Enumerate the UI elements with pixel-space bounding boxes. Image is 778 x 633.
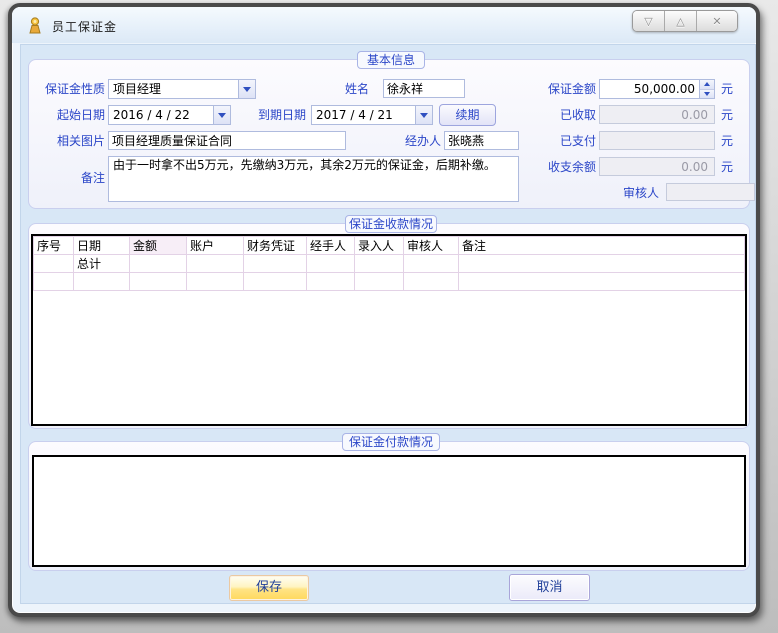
cell[interactable] — [130, 255, 187, 273]
end-date-picker[interactable]: 2017 / 4 / 21 — [311, 105, 433, 125]
cell[interactable] — [130, 273, 187, 291]
cell-total-label[interactable]: 总计 — [74, 255, 130, 273]
cell[interactable] — [187, 273, 244, 291]
minimize-button[interactable]: ▽ — [633, 11, 665, 31]
related-image-label: 相关图片 — [29, 132, 105, 150]
deposit-nature-label: 保证金性质 — [29, 80, 105, 98]
col-header-reviewer[interactable]: 审核人 — [404, 237, 459, 255]
cell[interactable] — [355, 255, 404, 273]
balance-field — [599, 157, 715, 176]
deposit-amount-label: 保证金额 — [521, 80, 596, 98]
receipts-table: 序号 日期 金额 账户 财务凭证 经手人 录入人 审核人 备注 总计 — [33, 236, 745, 291]
deposit-amount-spinbox[interactable]: 50,000.00 — [599, 79, 715, 99]
triangle-up-icon — [704, 82, 710, 86]
col-header-entry-person[interactable]: 录入人 — [355, 237, 404, 255]
receipts-empty-row[interactable] — [34, 273, 745, 291]
received-label: 已收取 — [521, 106, 596, 124]
chevron-down-icon — [243, 87, 251, 92]
currency-unit-received: 元 — [721, 106, 741, 124]
currency-unit-amount: 元 — [721, 80, 741, 98]
col-header-voucher[interactable]: 财务凭证 — [244, 237, 307, 255]
remark-label: 备注 — [29, 169, 105, 187]
cell[interactable] — [187, 255, 244, 273]
col-header-handler[interactable]: 经手人 — [307, 237, 355, 255]
cell[interactable] — [459, 255, 745, 273]
renew-button[interactable]: 续期 — [439, 104, 496, 126]
col-header-account[interactable]: 账户 — [187, 237, 244, 255]
cell[interactable] — [459, 273, 745, 291]
end-date-value: 2017 / 4 / 21 — [312, 106, 415, 124]
col-header-remark[interactable]: 备注 — [459, 237, 745, 255]
cell[interactable] — [355, 273, 404, 291]
receipts-header-row: 序号 日期 金额 账户 财务凭证 经手人 录入人 审核人 备注 — [34, 237, 745, 255]
cell[interactable] — [244, 255, 307, 273]
balance-label: 收支余额 — [521, 158, 596, 176]
related-image-field[interactable] — [108, 131, 346, 150]
spinner-down-button[interactable] — [700, 90, 714, 99]
paid-label: 已支付 — [521, 132, 596, 150]
title-bar[interactable]: 员工保证金 ▽ △ ✕ — [12, 7, 756, 43]
end-date-label: 到期日期 — [256, 106, 306, 124]
cell[interactable] — [307, 273, 355, 291]
handler-field[interactable] — [444, 131, 519, 150]
close-button[interactable]: ✕ — [697, 11, 737, 31]
window-controls: ▽ △ ✕ — [632, 10, 738, 32]
cell[interactable] — [404, 273, 459, 291]
payments-group-title: 保证金付款情况 — [342, 433, 440, 451]
window-title: 员工保证金 — [52, 18, 117, 35]
chevron-down-icon — [420, 113, 428, 118]
amount-spinner[interactable] — [699, 80, 714, 98]
deposit-nature-dropdown-button[interactable] — [238, 80, 255, 98]
deposit-nature-value: 项目经理 — [109, 80, 238, 98]
main-panel: 基本信息 保证金性质 项目经理 姓名 保证金额 50,000.00 元 起始日期… — [20, 44, 756, 604]
handler-label: 经办人 — [393, 132, 441, 150]
cancel-button[interactable]: 取消 — [509, 574, 590, 601]
triangle-down-icon — [704, 92, 710, 96]
start-date-value: 2016 / 4 / 22 — [109, 106, 213, 124]
start-date-label: 起始日期 — [29, 106, 105, 124]
start-date-dropdown-button[interactable] — [213, 106, 230, 124]
cell[interactable] — [34, 273, 74, 291]
remark-textarea[interactable]: 由于一时拿不出5万元，先缴纳3万元，其余2万元的保证金，后期补缴。 — [108, 156, 519, 202]
deposit-amount-value: 50,000.00 — [600, 80, 699, 98]
app-icon — [26, 16, 44, 34]
reviewer-field — [666, 183, 755, 201]
cell[interactable] — [404, 255, 459, 273]
end-date-dropdown-button[interactable] — [415, 106, 432, 124]
save-button[interactable]: 保存 — [229, 575, 309, 601]
currency-unit-paid: 元 — [721, 132, 741, 150]
currency-unit-balance: 元 — [721, 158, 741, 176]
chevron-down-icon — [218, 113, 226, 118]
name-field[interactable] — [383, 79, 465, 98]
basic-info-group-title: 基本信息 — [357, 51, 425, 69]
received-field — [599, 105, 715, 124]
paid-field — [599, 131, 715, 150]
cell[interactable] — [307, 255, 355, 273]
cell[interactable] — [74, 273, 130, 291]
col-header-date[interactable]: 日期 — [74, 237, 130, 255]
spinner-up-button[interactable] — [700, 80, 714, 90]
reviewer-label: 审核人 — [611, 184, 659, 202]
name-label: 姓名 — [321, 80, 369, 98]
col-header-amount[interactable]: 金额 — [130, 237, 187, 255]
receipts-table-container[interactable]: 序号 日期 金额 账户 财务凭证 经手人 录入人 审核人 备注 总计 — [31, 234, 747, 426]
start-date-picker[interactable]: 2016 / 4 / 22 — [108, 105, 231, 125]
payments-table-container[interactable] — [32, 455, 746, 567]
col-header-seq[interactable]: 序号 — [34, 237, 74, 255]
cell[interactable] — [34, 255, 74, 273]
deposit-nature-combobox[interactable]: 项目经理 — [108, 79, 256, 99]
receipts-group-title: 保证金收款情况 — [345, 215, 437, 233]
receipts-total-row[interactable]: 总计 — [34, 255, 745, 273]
maximize-button[interactable]: △ — [665, 11, 697, 31]
app-window: 员工保证金 ▽ △ ✕ 基本信息 保证金性质 项目经理 姓名 保证金额 50,0… — [8, 3, 760, 617]
cell[interactable] — [244, 273, 307, 291]
